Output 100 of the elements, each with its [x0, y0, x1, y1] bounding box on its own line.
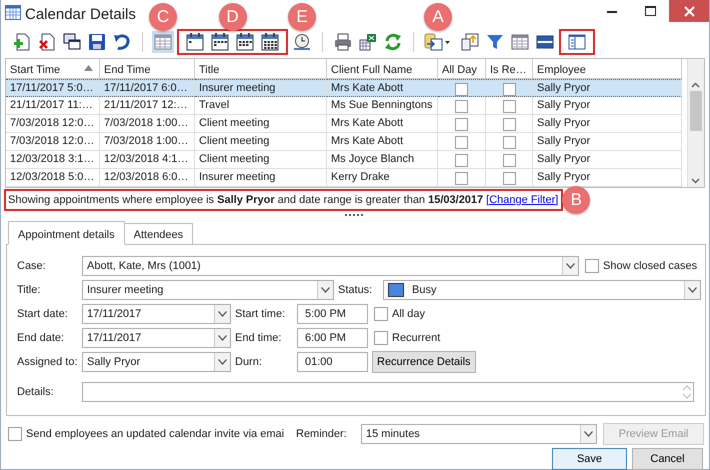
caret-icon: [218, 335, 227, 341]
checkbox[interactable]: [455, 136, 468, 149]
checkbox[interactable]: [502, 172, 516, 185]
field-label: End time:: [235, 330, 282, 346]
table-cell: 12/03/2018 4:1…: [100, 151, 195, 169]
checkbox[interactable]: [455, 172, 468, 185]
callout-marker: E: [288, 3, 316, 31]
table-cell: Kerry Drake: [327, 169, 438, 187]
field-label: Start date:: [17, 306, 69, 322]
save-icon[interactable]: [86, 31, 108, 53]
maximize-button[interactable]: [644, 6, 656, 16]
dropdown[interactable]: 17/11/2017: [82, 328, 231, 348]
tab[interactable]: Appointment details: [8, 221, 125, 245]
table-cell: 12/03/2018 6:0…: [100, 169, 195, 187]
table-cell: Client meeting: [195, 151, 327, 169]
table-cell: Insurer meeting: [195, 79, 327, 97]
table-cell: 17/11/2017 6:0…: [100, 79, 195, 97]
recurrence-details-button[interactable]: Recurrence Details: [372, 351, 476, 373]
spin-arrows-icon: [681, 383, 693, 401]
change-filter-link[interactable]: [Change Filter]: [486, 192, 558, 208]
table-cell: 7/03/2018 12:0…: [6, 133, 100, 151]
grid-view-icon[interactable]: [152, 31, 174, 53]
text-field[interactable]: 5:00 PM: [297, 304, 368, 324]
checkbox[interactable]: [502, 83, 516, 96]
table-cell: Sally Pryor: [533, 115, 682, 133]
splitter-handle[interactable]: [345, 214, 365, 216]
table-cell: Insurer meeting: [195, 169, 327, 187]
table-cell: Sally Pryor: [533, 79, 682, 97]
dropdown[interactable]: Abott, Kate, Mrs (1001): [82, 256, 579, 276]
table-cell: Client meeting: [195, 115, 327, 133]
field-label: Start time:: [235, 306, 286, 322]
table-cell: 12/03/2018 3:1…: [6, 151, 100, 169]
layout-menu-icon[interactable]: [423, 31, 453, 53]
dialog-button[interactable]: Save: [552, 448, 627, 470]
text-field[interactable]: 01:00: [297, 352, 368, 372]
table-cell: Mrs Kate Abott: [327, 115, 438, 133]
dropdown[interactable]: 15 minutes: [361, 424, 597, 444]
spreadsheet-export-icon[interactable]: [357, 31, 379, 53]
calendar-day-icon[interactable]: [184, 31, 206, 53]
checkbox[interactable]: [455, 100, 468, 113]
callout-marker: A: [424, 3, 452, 31]
table-cell: Sally Pryor: [533, 133, 682, 151]
table-cell: Ms Joyce Blanch: [327, 151, 438, 169]
close-button[interactable]: [669, 0, 709, 22]
field-label: Durn:: [235, 354, 263, 370]
field-label: Reminder:: [296, 426, 348, 442]
table-cell: 17/11/2017 5:0…: [6, 79, 100, 97]
dropdown[interactable]: 17/11/2017: [82, 304, 231, 324]
checkbox[interactable]: [502, 118, 516, 131]
table-cell: Ms Sue Benningtons: [327, 97, 438, 115]
caret-icon: [688, 287, 697, 293]
table-cell: Travel: [195, 97, 327, 115]
checkbox[interactable]: [502, 136, 516, 149]
minimize-button[interactable]: [607, 10, 617, 12]
dropdown[interactable]: Sally Pryor: [82, 352, 231, 372]
table-cell: Sally Pryor: [533, 169, 682, 187]
checkbox[interactable]: [585, 259, 599, 273]
table-cell: 7/03/2018 12:0…: [6, 115, 100, 133]
field-label: Assigned to:: [17, 354, 79, 370]
checkbox-label: Send employees an updated calendar invite via emai: [26, 426, 284, 442]
table-cell: Client meeting: [195, 133, 327, 151]
table-cell: Sally Pryor: [533, 151, 682, 169]
dropdown[interactable]: Busy: [383, 280, 701, 300]
checkbox-label: All day: [392, 306, 426, 322]
checkbox[interactable]: [8, 427, 22, 441]
calendar-icon: [5, 4, 21, 20]
dialog-button[interactable]: Cancel: [632, 448, 703, 470]
details-field[interactable]: [82, 382, 694, 402]
table-cell: Sally Pryor: [533, 97, 682, 115]
table-cell: 21/11/2017 12:…: [100, 97, 195, 115]
checkbox[interactable]: [455, 83, 468, 96]
checkbox[interactable]: [374, 307, 388, 321]
checkbox[interactable]: [502, 154, 516, 167]
refresh-icon[interactable]: [382, 31, 404, 53]
checkbox[interactable]: [502, 100, 516, 113]
callout-marker: C: [149, 3, 177, 31]
clock-icon[interactable]: [291, 31, 313, 53]
field-label: End date:: [17, 330, 66, 346]
caret-icon: [218, 311, 227, 317]
caret-icon: [321, 287, 330, 293]
callout-marker: B: [562, 186, 590, 214]
checkbox-label: Recurrent: [392, 330, 440, 346]
scroll-thumb[interactable]: [690, 91, 702, 131]
calendar-work-week-icon[interactable]: [209, 31, 231, 53]
table-cell: 7/03/2018 1:00…: [100, 133, 195, 151]
import-icon[interactable]: [459, 31, 481, 53]
calendar-month-icon[interactable]: [259, 31, 281, 53]
checkbox[interactable]: [374, 331, 388, 345]
scrollbar[interactable]: [687, 59, 704, 187]
table-cell: 21/11/2017 11:…: [6, 97, 100, 115]
printer-icon[interactable]: [332, 31, 354, 53]
window-title: Calendar Details: [25, 5, 136, 25]
table-cell: 7/03/2018 1:00…: [100, 115, 195, 133]
text-field[interactable]: 6:00 PM: [297, 328, 368, 348]
calendar-week-icon[interactable]: [234, 31, 256, 53]
checkbox-label: Show closed cases: [603, 258, 698, 274]
tab[interactable]: Attendees: [124, 223, 194, 244]
dropdown[interactable]: Insurer meeting: [82, 280, 334, 300]
checkbox[interactable]: [455, 118, 468, 131]
checkbox[interactable]: [455, 154, 468, 167]
